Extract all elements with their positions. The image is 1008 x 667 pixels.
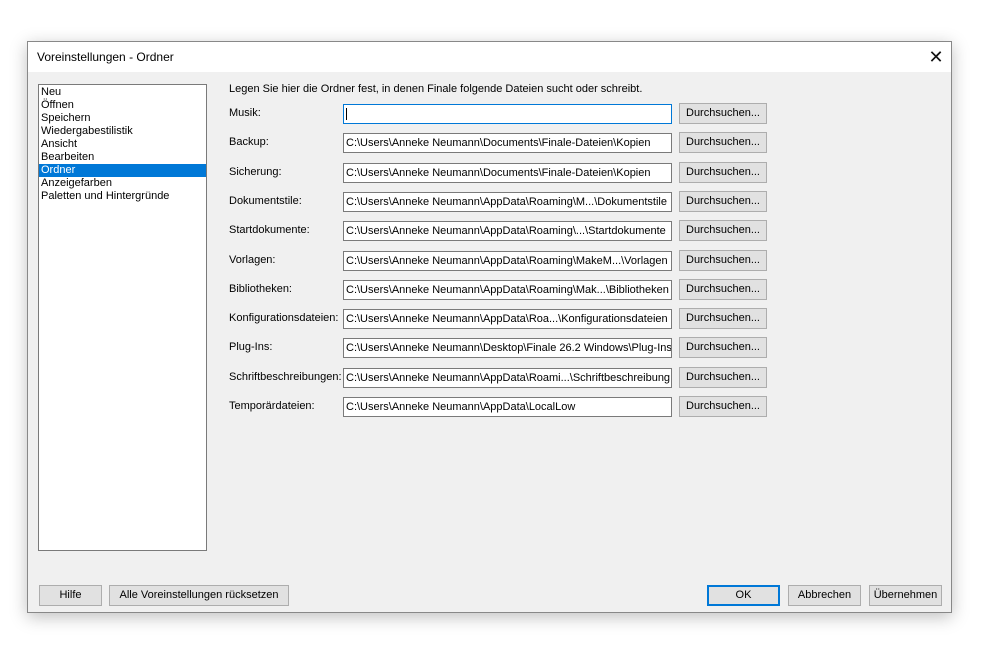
- help-button[interactable]: Hilfe: [39, 585, 102, 606]
- folder-path-input[interactable]: [343, 104, 672, 124]
- category-item-wiedergabestilistik[interactable]: Wiedergabestilistik: [39, 125, 206, 138]
- browse-button[interactable]: Durchsuchen...: [679, 162, 767, 183]
- ok-button[interactable]: OK: [707, 585, 780, 606]
- folder-label: Musik:: [229, 107, 261, 119]
- category-list[interactable]: Neu Öffnen Speichern Wiedergabestilistik Ans…: [38, 84, 207, 551]
- folder-row: Bibliotheken: C:\Users\Anneke Neumann\App…: [229, 279, 789, 301]
- folder-path-input[interactable]: C:\Users\Anneke Neumann\AppData\Roa...\K…: [343, 309, 672, 329]
- title-bar: Voreinstellungen - Ordner ✕: [28, 42, 951, 72]
- folder-row: Temporärdateien: C:\Users\Anneke Neumann\…: [229, 396, 789, 418]
- cancel-button[interactable]: Abbrechen: [788, 585, 861, 606]
- browse-button[interactable]: Durchsuchen...: [679, 220, 767, 241]
- folder-label: Plug-Ins:: [229, 341, 273, 353]
- browse-button[interactable]: Durchsuchen...: [679, 396, 767, 417]
- reset-preferences-button[interactable]: Alle Voreinstellungen rücksetzen: [109, 585, 289, 606]
- category-item-speichern[interactable]: Speichern: [39, 112, 206, 125]
- browse-button[interactable]: Durchsuchen...: [679, 308, 767, 329]
- folder-label: Schriftbeschreibungen:: [229, 371, 342, 383]
- folder-row: Plug-Ins: C:\Users\Anneke Neumann\Desktop…: [229, 337, 789, 359]
- intro-text: Legen Sie hier die Ordner fest, in denen…: [229, 83, 643, 95]
- folder-path-input[interactable]: C:\Users\Anneke Neumann\Documents\Finale…: [343, 163, 672, 183]
- folder-path-input[interactable]: C:\Users\Anneke Neumann\AppData\Roaming\…: [343, 280, 672, 300]
- folder-row: Musik: Durchsuchen...: [229, 103, 789, 125]
- window-title: Voreinstellungen - Ordner: [37, 50, 174, 64]
- browse-button[interactable]: Durchsuchen...: [679, 279, 767, 300]
- folder-label: Temporärdateien:: [229, 400, 315, 412]
- close-icon[interactable]: ✕: [921, 42, 951, 72]
- category-item-anzeigefarben[interactable]: Anzeigefarben: [39, 177, 206, 190]
- folder-path-input[interactable]: C:\Users\Anneke Neumann\Desktop\Finale 2…: [343, 338, 672, 358]
- apply-button[interactable]: Übernehmen: [869, 585, 942, 606]
- folder-row: Backup: C:\Users\Anneke Neumann\Documents…: [229, 132, 789, 154]
- folder-path-input[interactable]: C:\Users\Anneke Neumann\AppData\Roami...…: [343, 368, 672, 388]
- folder-path-input[interactable]: C:\Users\Anneke Neumann\AppData\LocalLow: [343, 397, 672, 417]
- folder-label: Dokumentstile:: [229, 195, 302, 207]
- folder-row: Sicherung: C:\Users\Anneke Neumann\Docume…: [229, 162, 789, 184]
- folder-row: Vorlagen: C:\Users\Anneke Neumann\AppData…: [229, 250, 789, 272]
- browse-button[interactable]: Durchsuchen...: [679, 132, 767, 153]
- folder-path-input[interactable]: C:\Users\Anneke Neumann\Documents\Finale…: [343, 133, 672, 153]
- folder-row: Dokumentstile: C:\Users\Anneke Neumann\Ap…: [229, 191, 789, 213]
- folder-row: Startdokumente: C:\Users\Anneke Neumann\A…: [229, 220, 789, 242]
- text-caret: [346, 108, 347, 120]
- folder-label: Konfigurationsdateien:: [229, 312, 339, 324]
- browse-button[interactable]: Durchsuchen...: [679, 103, 767, 124]
- folder-label: Vorlagen:: [229, 254, 276, 266]
- folder-row: Schriftbeschreibungen: C:\Users\Anneke Ne…: [229, 367, 789, 389]
- category-item-ordner[interactable]: Ordner: [39, 164, 206, 177]
- folder-label: Sicherung:: [229, 166, 282, 178]
- folder-path-input[interactable]: C:\Users\Anneke Neumann\AppData\Roaming\…: [343, 221, 672, 241]
- browse-button[interactable]: Durchsuchen...: [679, 250, 767, 271]
- category-item-neu[interactable]: Neu: [39, 86, 206, 99]
- folder-label: Startdokumente:: [229, 224, 310, 236]
- folder-row: Konfigurationsdateien: C:\Users\Anneke Ne…: [229, 308, 789, 330]
- category-item-ansicht[interactable]: Ansicht: [39, 138, 206, 151]
- folder-label: Bibliotheken:: [229, 283, 292, 295]
- category-item-öffnen[interactable]: Öffnen: [39, 99, 206, 112]
- browse-button[interactable]: Durchsuchen...: [679, 367, 767, 388]
- folder-label: Backup:: [229, 136, 269, 148]
- category-item-bearbeiten[interactable]: Bearbeiten: [39, 151, 206, 164]
- folder-path-input[interactable]: C:\Users\Anneke Neumann\AppData\Roaming\…: [343, 251, 672, 271]
- category-item-paletten-und-hintergründe[interactable]: Paletten und Hintergründe: [39, 190, 206, 203]
- browse-button[interactable]: Durchsuchen...: [679, 191, 767, 212]
- browse-button[interactable]: Durchsuchen...: [679, 337, 767, 358]
- preferences-dialog: Voreinstellungen - Ordner ✕ Neu Öffnen Spe…: [27, 41, 952, 613]
- folder-path-input[interactable]: C:\Users\Anneke Neumann\AppData\Roaming\…: [343, 192, 672, 212]
